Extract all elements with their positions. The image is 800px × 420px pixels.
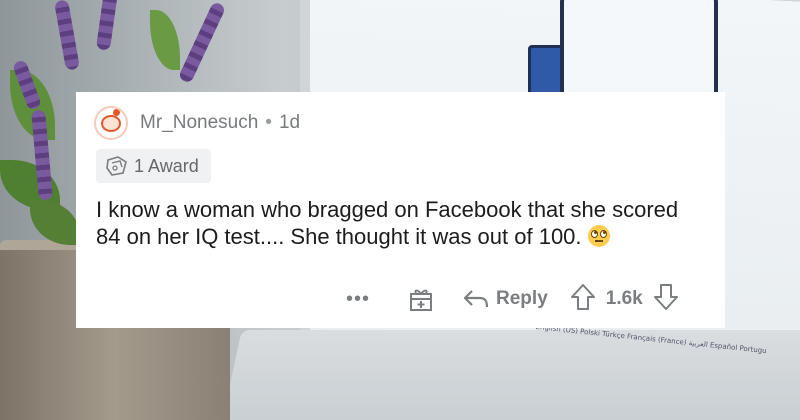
comment-action-bar: ••• Reply 1.6k xyxy=(346,283,679,316)
comment-body: I know a woman who bragged on Facebook t… xyxy=(96,196,696,250)
give-award-button[interactable] xyxy=(408,286,434,312)
username-link[interactable]: Mr_Nonesuch xyxy=(140,112,258,134)
award-icon xyxy=(106,156,127,176)
vote-control: 1.6k xyxy=(570,283,679,316)
reply-label: Reply xyxy=(496,288,548,309)
upvote-arrow-icon xyxy=(570,283,595,310)
user-avatar[interactable] xyxy=(94,106,128,140)
award-badge[interactable]: 1 Award xyxy=(96,149,211,183)
more-options-button[interactable]: ••• xyxy=(346,289,370,309)
face-with-rolling-eyes-icon xyxy=(587,225,610,247)
reply-arrow-icon xyxy=(463,290,489,308)
reply-button[interactable]: Reply xyxy=(462,288,548,310)
meta-separator: • xyxy=(265,112,272,133)
award-label: 1 Award xyxy=(134,155,199,176)
upvote-button[interactable] xyxy=(570,283,596,316)
snoo-antenna-icon xyxy=(113,109,120,116)
downvote-button[interactable] xyxy=(653,283,679,316)
reddit-comment-card: Mr_Nonesuch • 1d 1 Award I know a woman … xyxy=(76,92,725,328)
downvote-arrow-icon xyxy=(653,283,678,310)
vote-score: 1.6k xyxy=(605,288,643,309)
comment-age[interactable]: 1d xyxy=(279,112,300,134)
gift-icon xyxy=(410,289,433,311)
snoo-face-icon xyxy=(101,115,121,132)
comment-header: Mr_Nonesuch • 1d xyxy=(94,106,300,140)
